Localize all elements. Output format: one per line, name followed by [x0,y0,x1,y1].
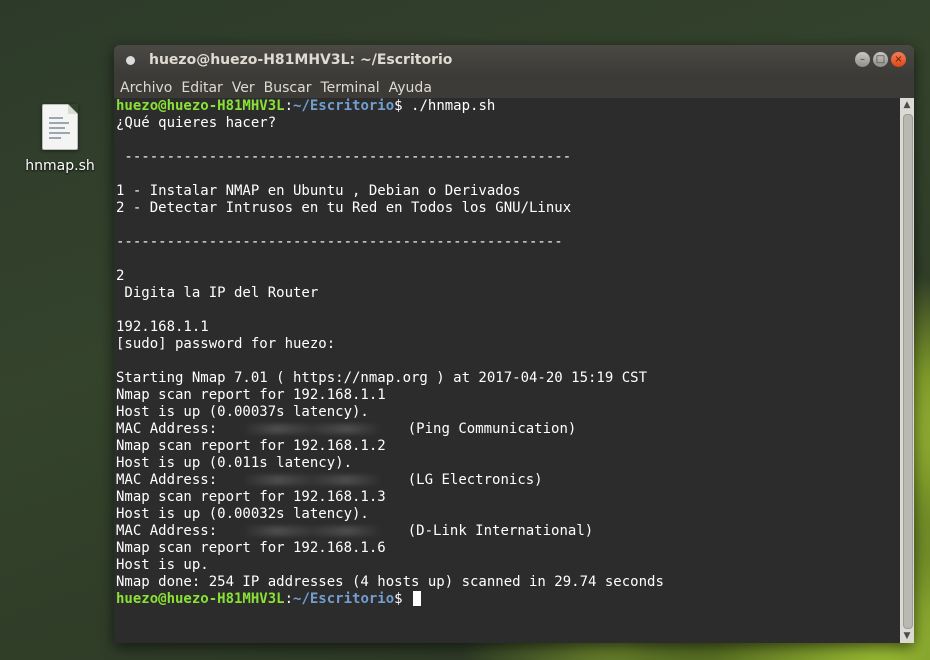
scroll-up-icon[interactable]: ▲ [900,98,914,112]
mac-line: MAC Address: (Ping Communication) [116,421,577,437]
maximize-icon[interactable]: □ [873,52,888,67]
scroll-down-icon[interactable]: ▼ [900,629,914,643]
text-cursor [413,591,422,606]
menu-option-1: 1 - Instalar NMAP en Ubuntu , Debian o D… [116,183,521,199]
nmap-start-line: Starting Nmap 7.01 ( https://nmap.org ) … [116,370,648,386]
scan-report-line: Nmap scan report for 192.168.1.2 [116,438,386,454]
mac-vendor: (LG Electronics) [407,472,543,488]
output-line: Digita la IP del Router [116,285,319,301]
router-ip: 192.168.1.1 [116,319,209,335]
window-status-icon [126,55,135,65]
mac-vendor: (D-Link International) [407,523,594,539]
menu-ayuda[interactable]: Ayuda [389,80,437,96]
user-choice: 2 [116,268,125,284]
terminal-scrollbar[interactable]: ▲ ▼ [900,98,914,643]
scan-report-line: Nmap scan report for 192.168.1.3 [116,489,386,505]
window-controls: – □ × [855,52,906,67]
terminal-output[interactable]: huezo@huezo-H81MHV3L:~/Escritorio$ ./hnm… [114,98,900,643]
window-titlebar[interactable]: huezo@huezo-H81MHV3L: ~/Escritorio – □ × [114,45,914,75]
shell-script-file-icon [42,104,78,150]
output-line: ----------------------------------------… [116,234,563,250]
menu-editar[interactable]: Editar [181,80,227,96]
mac-line: MAC Address: (LG Electronics) [116,472,543,488]
output-line: ----------------------------------------… [116,149,572,165]
nmap-done-line: Nmap done: 254 IP addresses (4 hosts up)… [116,574,664,590]
mac-line: MAC Address: (D-Link International) [116,523,594,539]
menu-archivo[interactable]: Archivo [120,80,177,96]
host-up-line: Host is up (0.00037s latency). [116,404,369,420]
menu-buscar[interactable]: Buscar [264,80,317,96]
output-line: ¿Qué quieres hacer? [116,115,277,131]
minimize-icon[interactable]: – [855,52,870,67]
desktop-file-hnmap[interactable]: hnmap.sh [20,104,100,174]
host-up-line: Host is up (0.00032s latency). [116,506,369,522]
sudo-prompt: [sudo] password for huezo: [116,336,336,352]
menu-terminal[interactable]: Terminal [320,80,384,96]
redacted-mac [242,475,383,485]
host-up-line: Host is up (0.011s latency). [116,455,353,471]
scan-report-line: Nmap scan report for 192.168.1.6 [116,540,386,556]
desktop-icon-label: hnmap.sh [25,158,95,174]
terminal-text: huezo@huezo-H81MHV3L:~/Escritorio$ ./hnm… [114,98,900,608]
scan-report-line: Nmap scan report for 192.168.1.1 [116,387,386,403]
menubar: Archivo Editar Ver Buscar Terminal Ayuda [114,75,914,100]
prompt-line: huezo@huezo-H81MHV3L:~/Escritorio$ [116,591,422,607]
host-up-line: Host is up. [116,557,209,573]
window-title: huezo@huezo-H81MHV3L: ~/Escritorio [149,52,453,68]
terminal-window: huezo@huezo-H81MHV3L: ~/Escritorio – □ ×… [114,45,914,643]
menu-ver[interactable]: Ver [232,80,260,96]
scrollbar-thumb[interactable] [903,114,913,629]
menu-option-2: 2 - Detectar Intrusos en tu Red en Todos… [116,200,572,216]
mac-vendor: (Ping Communication) [407,421,577,437]
prompt-line: huezo@huezo-H81MHV3L:~/Escritorio$ ./hnm… [116,98,496,114]
redacted-mac [242,424,383,434]
command-text: ./hnmap.sh [411,98,496,114]
close-icon[interactable]: × [891,52,906,67]
redacted-mac [242,526,383,536]
